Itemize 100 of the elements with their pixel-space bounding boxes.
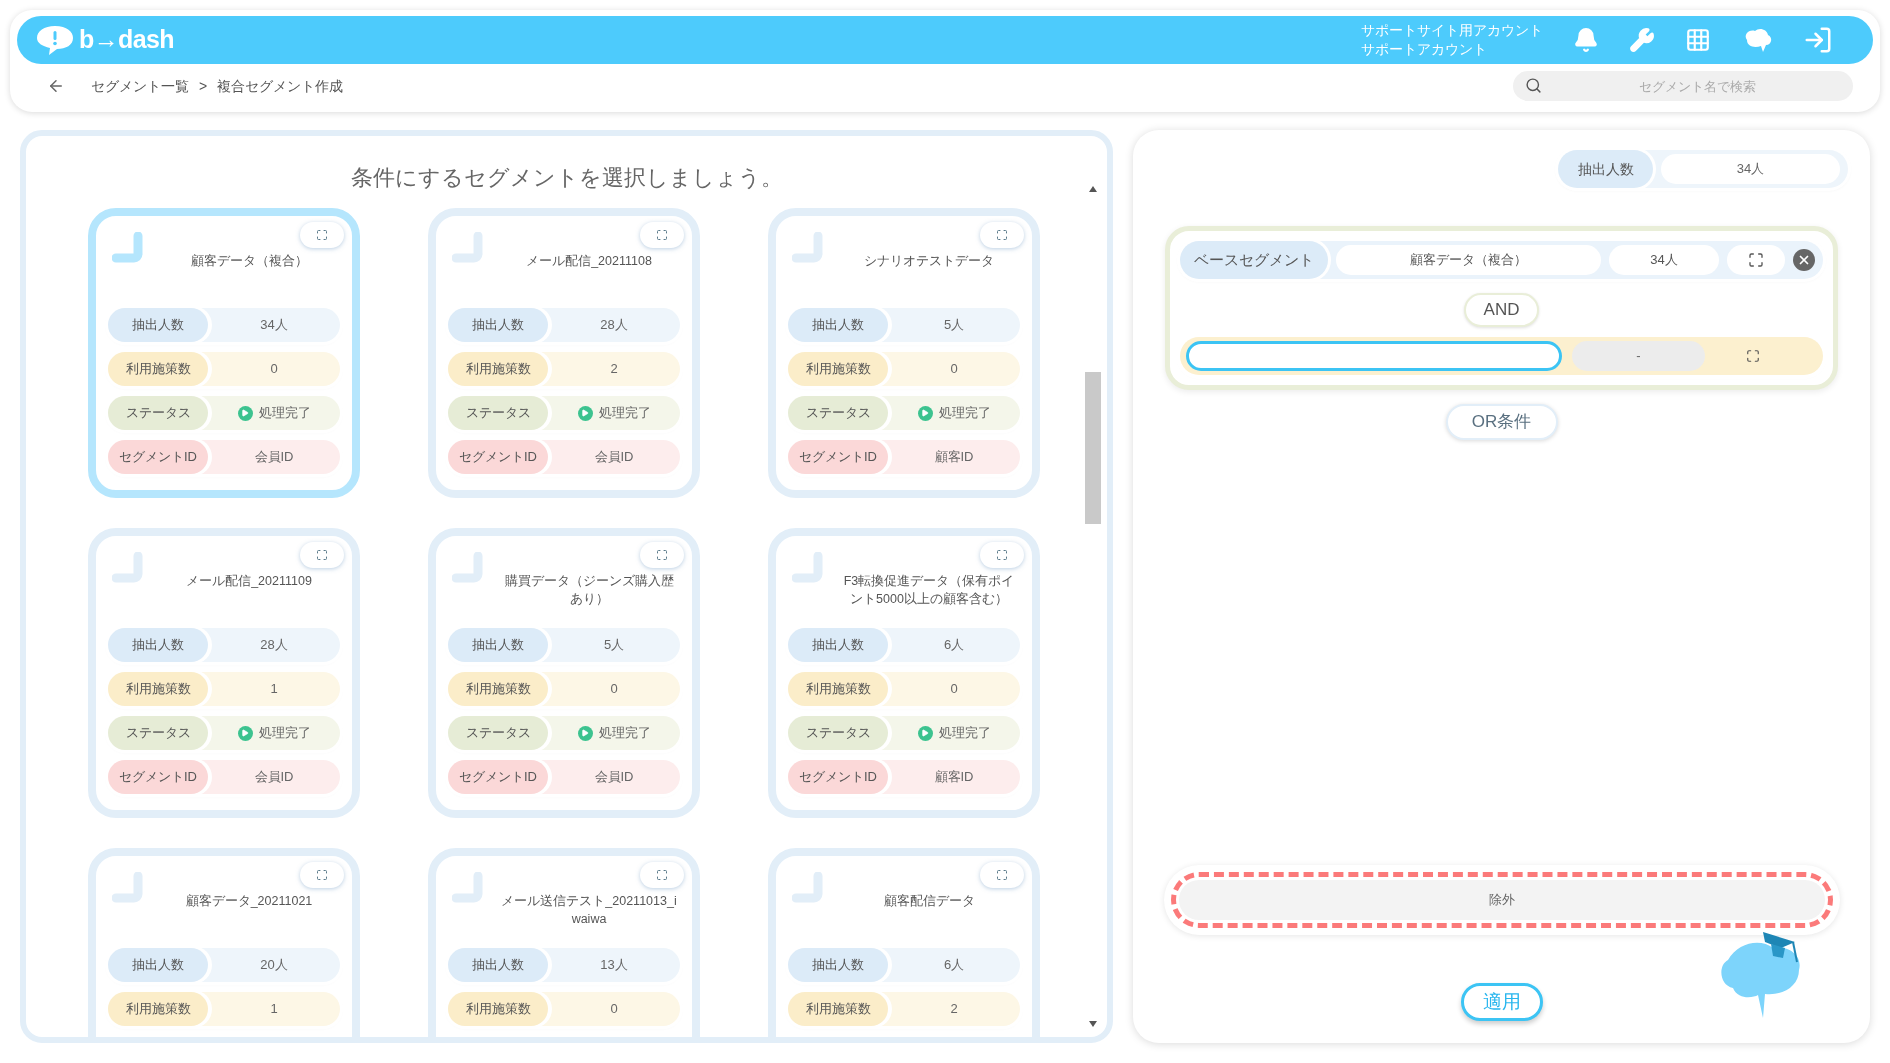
row-value: 34人	[260, 316, 288, 335]
expand-button[interactable]	[980, 862, 1024, 888]
segment-card[interactable]: 顧客データ_20211021 抽出人数 20人 利用施策数 1	[88, 848, 360, 1037]
segment-card[interactable]: メール配信_20211108 抽出人数 28人 利用施策数 2 ステータス 処理完了 セグメントID 会員ID	[428, 208, 700, 498]
row-label: 抽出人数	[108, 948, 208, 982]
card-title: メール配信_20211109	[186, 573, 312, 590]
segment-card[interactable]: 顧客配信データ 抽出人数 6人 利用施策数 2	[768, 848, 1040, 1037]
card-title: メール送信テスト_20211013_iwaiwa	[500, 893, 678, 928]
row-value: 顧客ID	[934, 768, 974, 787]
total-count-label: 抽出人数	[1558, 150, 1653, 188]
scroll-up-icon[interactable]	[1089, 186, 1097, 192]
row-value: 6人	[943, 636, 965, 655]
row-value: 処理完了	[938, 724, 991, 743]
search-field[interactable]: セグメント名で検索	[1513, 71, 1853, 101]
row-label: セグメントID	[448, 440, 548, 474]
expand-icon	[656, 869, 668, 881]
row-label: 利用施策数	[448, 992, 548, 1026]
row-label: セグメントID	[108, 760, 208, 794]
grid-icon[interactable]	[1685, 27, 1711, 53]
row-value: 1	[270, 1000, 278, 1019]
row-label: セグメントID	[448, 760, 548, 794]
card-title: 顧客データ_20211021	[185, 893, 313, 910]
card-title: メール配信_20211108	[526, 253, 652, 270]
bell-icon[interactable]	[1573, 27, 1599, 53]
expand-button[interactable]	[640, 862, 684, 888]
expand-button[interactable]	[300, 862, 344, 888]
segment-card[interactable]: メール送信テスト_20211013_iwaiwa 抽出人数 13人 利用施策数 0	[428, 848, 700, 1037]
base-segment-count: 34人	[1609, 245, 1719, 275]
search-icon	[1525, 77, 1542, 94]
row-value: 20人	[260, 956, 288, 975]
row-value: 会員ID	[254, 768, 294, 787]
total-count-value: 34人	[1661, 154, 1840, 184]
expand-button[interactable]	[300, 222, 344, 248]
play-icon	[577, 725, 593, 741]
row-label: 利用施策数	[108, 672, 208, 706]
segment-input[interactable]	[1186, 341, 1562, 371]
expand-icon	[316, 549, 328, 561]
expand-button[interactable]	[640, 542, 684, 568]
segment-card[interactable]: 購買データ（ジーンズ購入歴あり） 抽出人数 5人 利用施策数 0 ステータス 処理完了 セグメントID 会員ID	[428, 528, 700, 818]
expand-button[interactable]	[300, 542, 344, 568]
expand-icon	[656, 229, 668, 241]
row-label: ステータス	[788, 396, 888, 430]
breadcrumb-current: 複合セグメント作成	[217, 76, 344, 96]
expand-icon	[996, 549, 1008, 561]
row-label: 抽出人数	[788, 628, 888, 662]
row-label: 抽出人数	[788, 308, 888, 342]
expand-button[interactable]	[640, 222, 684, 248]
or-condition-button[interactable]: OR条件	[1445, 404, 1558, 440]
row-value: 処理完了	[598, 404, 651, 423]
breadcrumb-link[interactable]: セグメント一覧	[91, 75, 189, 97]
expand-button[interactable]	[980, 542, 1024, 568]
card-title: 顧客配信データ	[883, 893, 975, 910]
row-label: 抽出人数	[788, 948, 888, 982]
account-name: サポートアカウント	[1361, 40, 1488, 59]
exclude-zone[interactable]: 除外	[1163, 865, 1840, 935]
card-title: シナリオテストデータ	[864, 253, 994, 270]
row-value: 28人	[260, 636, 288, 655]
account-name: サポートサイト用アカウント	[1361, 21, 1543, 40]
base-segment-name: 顧客データ（複合）	[1336, 245, 1601, 275]
expand-button[interactable]	[980, 222, 1024, 248]
card-title: 顧客データ（複合）	[190, 253, 308, 270]
scrollbar-thumb[interactable]	[1085, 372, 1101, 524]
row-label: ステータス	[448, 396, 548, 430]
segment-card[interactable]: 顧客データ（複合） 抽出人数 34人 利用施策数 0 ステータス 処理完了 セグメントID 会員ID	[88, 208, 360, 498]
card-title: F3転換促進データ（保有ポイント5000以上の顧客含む）	[842, 573, 1016, 608]
row-value: 2	[610, 360, 618, 379]
condition-count: -	[1572, 341, 1705, 371]
scroll-down-icon[interactable]	[1089, 1021, 1097, 1027]
row-label: 利用施策数	[448, 352, 548, 386]
expand-button[interactable]	[1727, 245, 1785, 275]
close-icon	[1797, 253, 1811, 267]
back-icon[interactable]	[47, 77, 65, 95]
row-value: 処理完了	[258, 404, 311, 423]
play-icon	[917, 405, 933, 421]
login-icon[interactable]	[1803, 25, 1833, 55]
row-label: 抽出人数	[448, 308, 548, 342]
row-label: ステータス	[448, 716, 548, 750]
row-label: 利用施策数	[788, 992, 888, 1026]
row-label: 抽出人数	[448, 948, 548, 982]
wrench-icon[interactable]	[1629, 27, 1655, 53]
row-value: 0	[950, 360, 958, 379]
row-value: 会員ID	[254, 448, 294, 467]
expand-icon	[1748, 252, 1764, 268]
expand-icon	[1746, 349, 1760, 363]
panel-title: 条件にするセグメントを選択しましょう。	[350, 164, 783, 192]
row-value: 6人	[943, 956, 965, 975]
segment-card[interactable]: メール配信_20211109 抽出人数 28人 利用施策数 1 ステータス 処理完了 セグメントID 会員ID	[88, 528, 360, 818]
row-label: ステータス	[788, 716, 888, 750]
close-button[interactable]	[1793, 249, 1815, 271]
expand-icon	[656, 549, 668, 561]
segment-card[interactable]: F3転換促進データ（保有ポイント5000以上の顧客含む） 抽出人数 6人 利用施策数 0 ステータス 処理完了 セグメントID 顧客ID	[768, 528, 1040, 818]
row-label: 抽出人数	[108, 628, 208, 662]
row-label: 利用施策数	[448, 672, 548, 706]
segment-card[interactable]: シナリオテストデータ 抽出人数 5人 利用施策数 0 ステータス 処理完了 セグメントID 顧客ID	[768, 208, 1040, 498]
row-value: 1	[270, 680, 278, 699]
play-icon	[577, 405, 593, 421]
row-value: 処理完了	[598, 724, 651, 743]
play-icon	[237, 725, 253, 741]
exclude-label: 除外	[1178, 880, 1825, 920]
row-value: 0	[610, 1000, 618, 1019]
